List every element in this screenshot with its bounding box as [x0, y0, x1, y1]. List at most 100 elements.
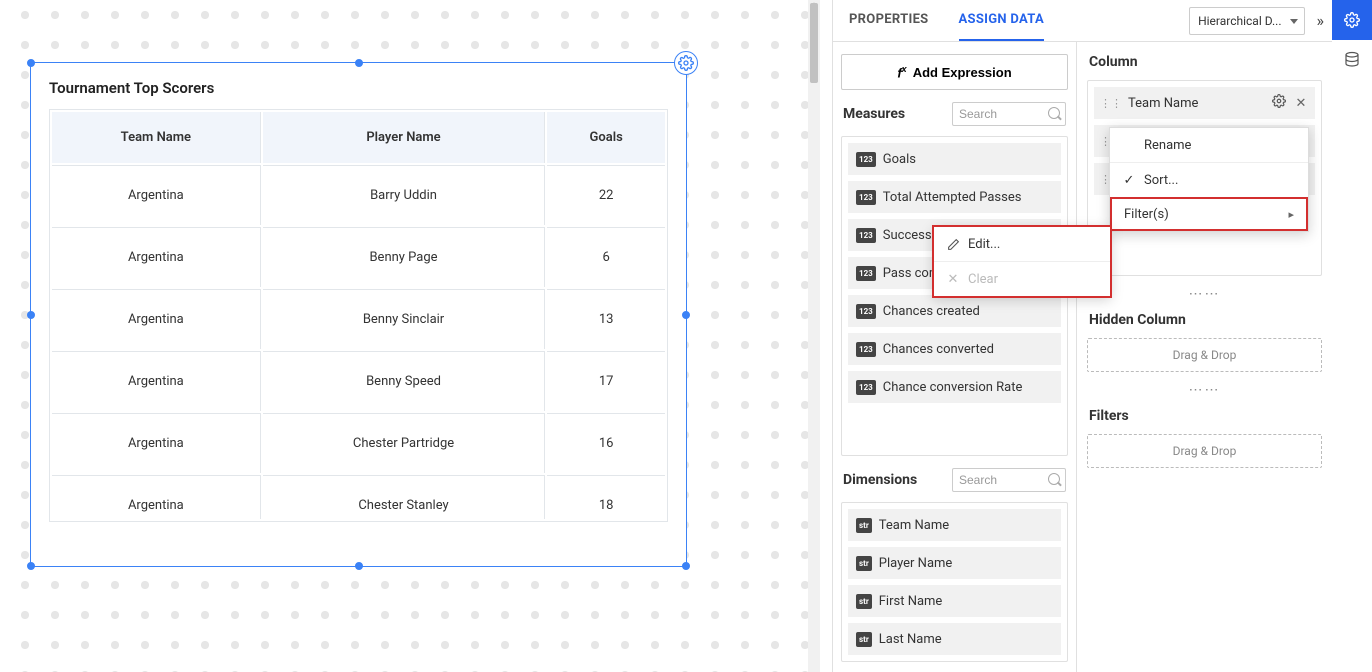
grid-header[interactable]: Goals	[547, 112, 665, 163]
grid-cell: Chester Stanley	[263, 475, 546, 519]
grid-widget[interactable]: Tournament Top Scorers Team NamePlayer N…	[30, 62, 687, 567]
grid-cell: 6	[547, 227, 665, 287]
grid-header[interactable]: Team Name	[52, 112, 261, 163]
resize-handle[interactable]	[27, 562, 35, 570]
dimension-item[interactable]: str Team Name	[848, 509, 1061, 541]
resize-handle[interactable]	[27, 59, 35, 67]
grid-cell: 17	[547, 351, 665, 411]
table-row: ArgentinaBarry Uddin22	[52, 165, 665, 225]
menu-filter-clear: ✕ Clear	[934, 262, 1110, 296]
drag-handle-icon[interactable]: ⋮⋮	[1100, 97, 1122, 110]
dimension-item[interactable]: strPlayer Name	[848, 547, 1061, 579]
grid-header[interactable]: Player Name	[263, 112, 546, 163]
menu-filters[interactable]: Filter(s)	[1110, 197, 1308, 231]
rail-data-button[interactable]	[1332, 40, 1372, 80]
tab-properties[interactable]: PROPERTIES	[849, 0, 929, 41]
grid-cell: Argentina	[52, 351, 261, 411]
filters-dropzone[interactable]: Drag & Drop	[1087, 434, 1322, 468]
table-row: ArgentinaBenny Page6	[52, 227, 665, 287]
grid-cell: 18	[547, 475, 665, 519]
grid-cell: 13	[547, 289, 665, 349]
resize-handle[interactable]	[27, 311, 35, 319]
dimension-item[interactable]: strLast Name	[848, 623, 1061, 655]
resize-handle[interactable]	[682, 562, 690, 570]
measures-title: Measures	[843, 106, 905, 122]
grid-cell: Argentina	[52, 475, 261, 519]
widget-settings-button[interactable]	[674, 51, 698, 75]
hidden-column-drag-handle[interactable]: ⋯⋯	[1087, 380, 1322, 398]
column-context-menu: Rename ✓ Sort... Filter(s)	[1109, 127, 1309, 232]
numeric-badge-icon: 123	[856, 342, 876, 357]
hidden-column-title: Hidden Column	[1087, 310, 1322, 330]
table-row: ArgentinaBenny Speed17	[52, 351, 665, 411]
scrollbar-thumb[interactable]	[810, 3, 818, 83]
resize-handle[interactable]	[355, 59, 363, 67]
grid-cell: Argentina	[52, 413, 261, 473]
numeric-badge-icon: 123	[856, 228, 876, 243]
measure-label: Goals	[883, 152, 916, 167]
grid-cell: Benny Speed	[263, 351, 546, 411]
measure-item[interactable]: 123Total Attempted Passes	[848, 181, 1061, 213]
grid-cell: Argentina	[52, 227, 261, 287]
measure-label: Pass com	[883, 266, 940, 281]
check-icon: ✓	[1122, 173, 1136, 188]
tab-assign-data[interactable]: ASSIGN DATA	[959, 0, 1045, 41]
dimension-label: Last Name	[879, 632, 942, 647]
column-drag-handle[interactable]: ⋯⋯	[1087, 284, 1322, 302]
numeric-badge-icon: 123	[856, 304, 876, 319]
grid-cell: Argentina	[52, 289, 261, 349]
canvas-scrollbar[interactable]: ▴	[808, 0, 820, 672]
table-row: ArgentinaBenny Sinclair13	[52, 289, 665, 349]
hidden-column-dropzone[interactable]: Drag & Drop	[1087, 338, 1322, 372]
measure-label: Chance conversion Rate	[883, 380, 1023, 395]
close-icon: ✕	[946, 272, 960, 287]
add-expression-button[interactable]: fx Add Expression	[841, 54, 1068, 90]
menu-filter-edit[interactable]: Edit...	[934, 227, 1110, 261]
numeric-badge-icon: 123	[856, 380, 876, 395]
column-item-settings[interactable]	[1271, 94, 1287, 112]
dimensions-list: strTeam NamestrPlayer NamestrFirst Names…	[841, 502, 1068, 662]
fx-icon: fx	[897, 64, 906, 80]
dimension-item[interactable]: strFirst Name	[848, 585, 1061, 617]
table-row: ArgentinaChester Stanley18	[52, 475, 665, 519]
column-section-title: Column	[1087, 52, 1322, 72]
rail-settings-button[interactable]	[1332, 0, 1372, 40]
menu-sort[interactable]: ✓ Sort...	[1110, 163, 1308, 197]
datasource-select[interactable]: Hierarchical D...	[1189, 7, 1304, 35]
numeric-badge-icon: 123	[856, 266, 876, 281]
grid-cell: Benny Sinclair	[263, 289, 546, 349]
menu-rename[interactable]: Rename	[1110, 128, 1308, 162]
column-item[interactable]: ⋮⋮ Team Name ✕	[1094, 87, 1315, 119]
numeric-badge-icon: 123	[856, 190, 876, 205]
grid-cell: Chester Partridge	[263, 413, 546, 473]
dimensions-search[interactable]	[952, 468, 1066, 492]
measure-item[interactable]: 123 Chances converted	[848, 333, 1061, 365]
measure-label: Chances converted	[883, 342, 994, 357]
table-row: ArgentinaChester Partridge16	[52, 413, 665, 473]
measures-search[interactable]	[952, 102, 1066, 126]
dimension-label: Team Name	[879, 518, 949, 533]
canvas[interactable]: Tournament Top Scorers Team NamePlayer N…	[0, 0, 820, 672]
grid-cell: 16	[547, 413, 665, 473]
resize-handle[interactable]	[355, 562, 363, 570]
string-badge-icon: str	[856, 518, 872, 533]
widget-title: Tournament Top Scorers	[31, 63, 686, 109]
grid-cell: Argentina	[52, 165, 261, 225]
measure-item[interactable]: 123 Chances created	[848, 295, 1061, 327]
dimensions-title: Dimensions	[843, 472, 917, 488]
resize-handle[interactable]	[682, 311, 690, 319]
measure-item[interactable]: 123 Chance conversion Rate	[848, 371, 1061, 403]
measure-item[interactable]: 123 Goals	[848, 143, 1061, 175]
measure-label: Chances created	[883, 304, 980, 319]
dimension-label: First Name	[879, 594, 943, 609]
column-item-remove[interactable]: ✕	[1293, 96, 1309, 111]
measure-label: Successf	[883, 228, 936, 243]
dimensions-search-input[interactable]	[959, 473, 1043, 487]
column-item-label: Team Name	[1128, 96, 1265, 111]
grid-cell: 22	[547, 165, 665, 225]
numeric-badge-icon: 123	[856, 152, 876, 167]
measures-search-input[interactable]	[959, 107, 1043, 121]
grid-cell: Barry Uddin	[263, 165, 546, 225]
collapse-panel-button[interactable]: »	[1313, 11, 1329, 30]
string-badge-icon: str	[856, 556, 872, 571]
